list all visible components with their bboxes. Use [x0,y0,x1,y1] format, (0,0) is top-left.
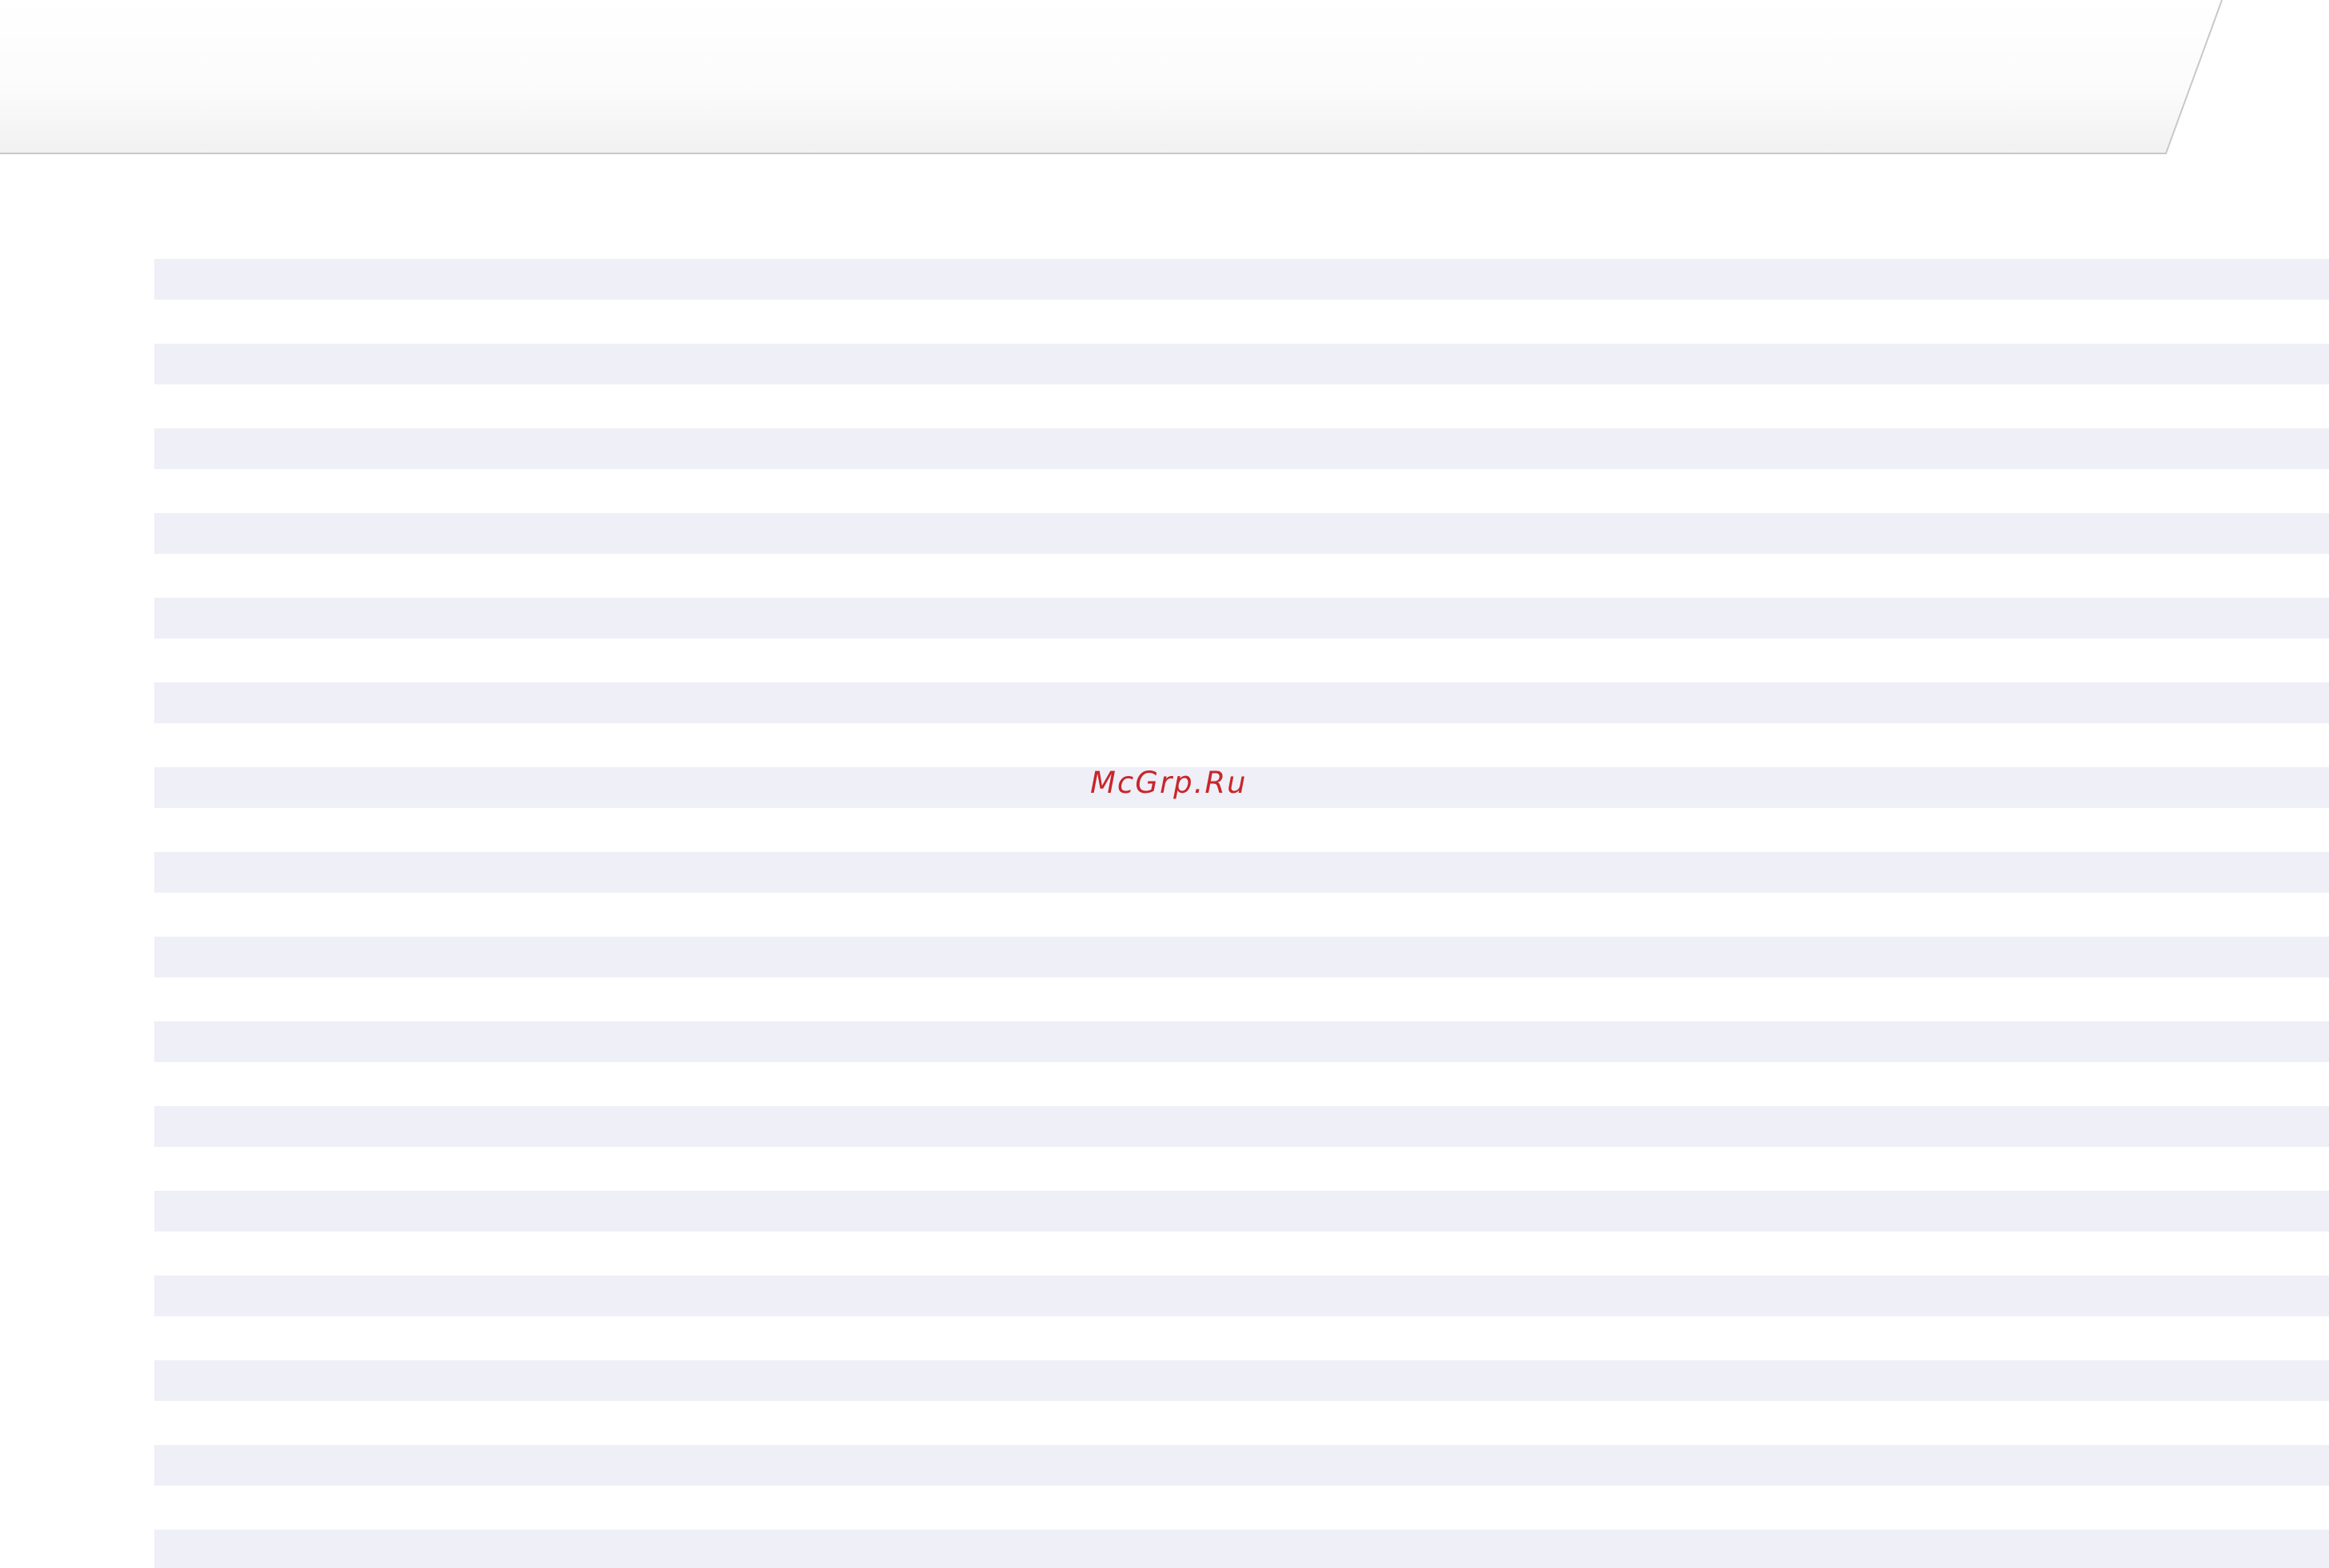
ruled-stripe [154,598,2329,639]
ruled-stripe [154,683,2329,723]
watermark-text: McGrp.Ru [1090,766,1248,800]
ruled-stripe [154,1445,2329,1486]
ruled-stripe [154,513,2329,554]
ruled-stripe [154,937,2329,977]
ruled-stripe [154,1021,2329,1062]
ruled-stripe [154,852,2329,893]
ruled-stripe [154,259,2329,300]
page-header-band [0,0,2329,157]
header-band-shape [0,0,2223,154]
document-page: McGrp.Ru [0,0,2329,1568]
ruled-stripe [154,1106,2329,1147]
ruled-lines-area [154,259,2329,1568]
ruled-stripe [154,1191,2329,1232]
ruled-stripe [154,1360,2329,1401]
ruled-stripe [154,1275,2329,1316]
ruled-stripe [154,428,2329,469]
ruled-stripe [154,1530,2329,1568]
ruled-stripe [154,344,2329,384]
